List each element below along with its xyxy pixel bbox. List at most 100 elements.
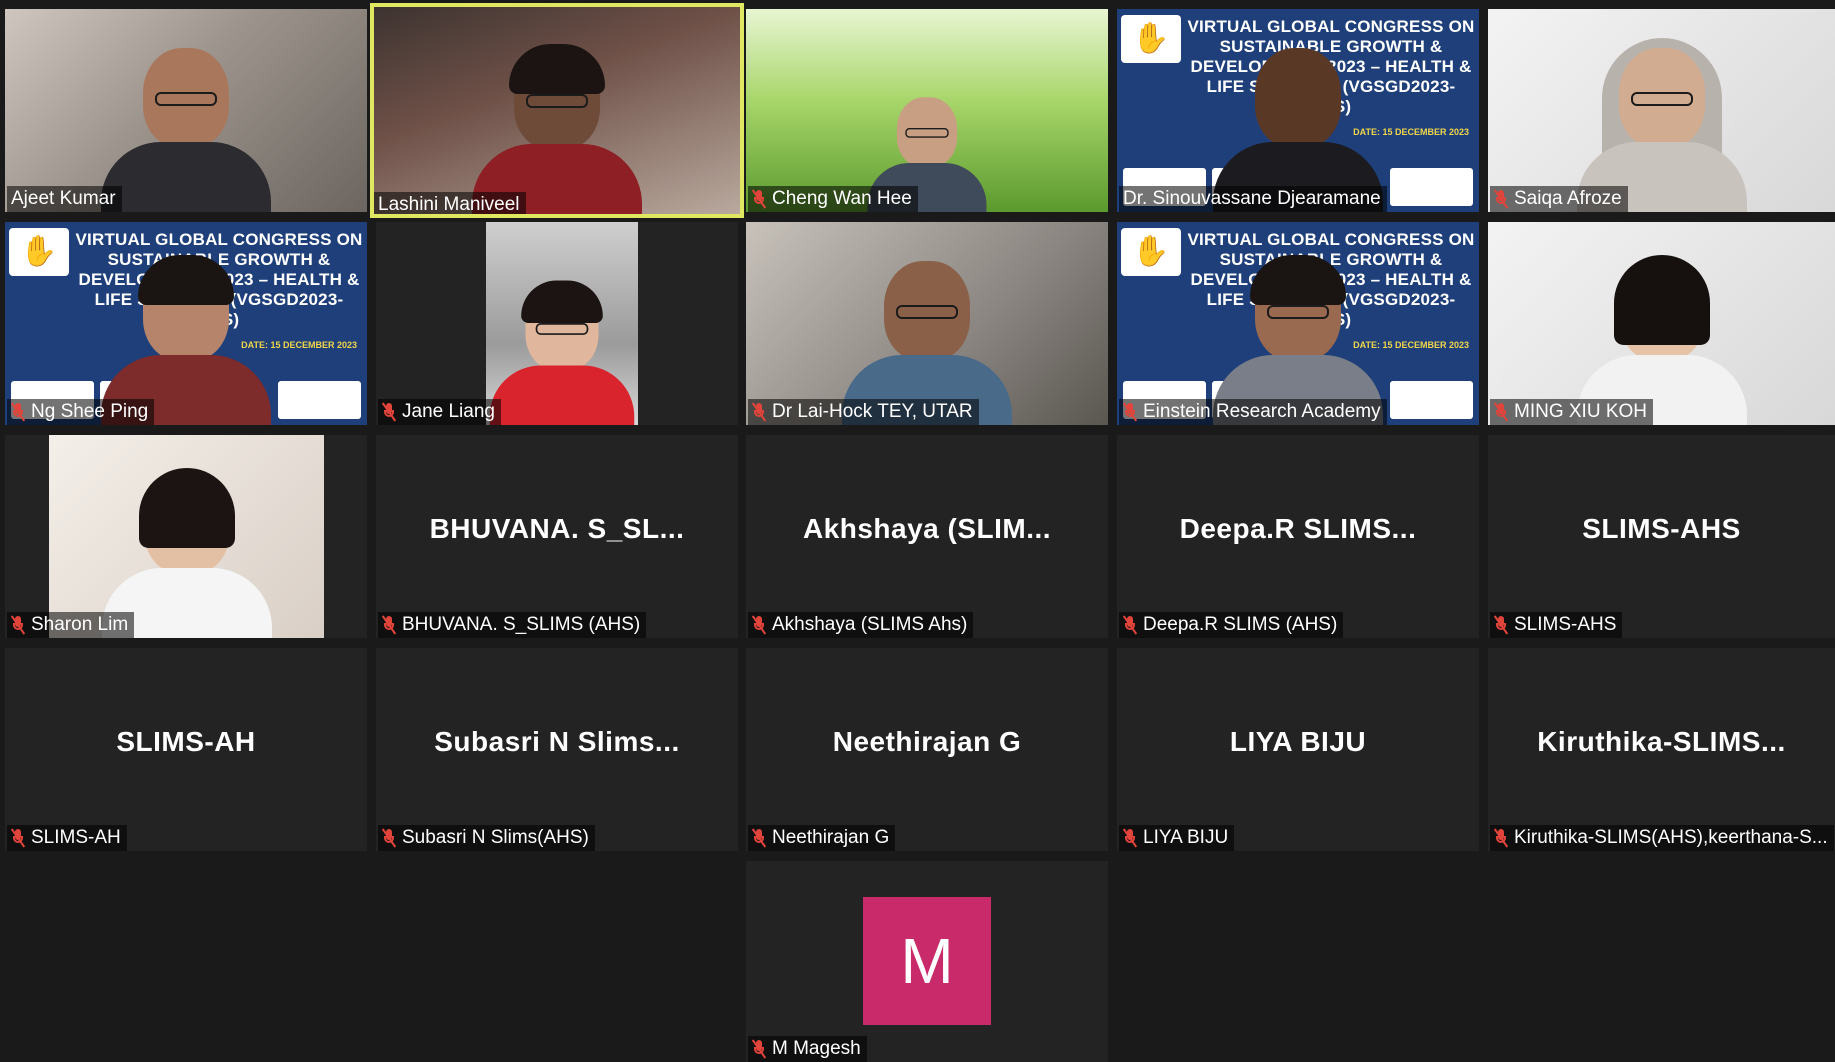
participant-figure <box>101 48 271 212</box>
participant-tile-ming-xiu-koh[interactable]: MING XIU KOH <box>1488 222 1835 425</box>
participant-tile-sharon-lim[interactable]: Sharon Lim <box>5 435 367 638</box>
participant-name: MING XIU KOH <box>1514 401 1648 422</box>
participant-name: Ajeet Kumar <box>11 188 116 209</box>
participant-figure <box>489 280 635 425</box>
participant-name-label: Ng Shee Ping <box>7 399 155 425</box>
participant-name-label: Neethirajan G <box>748 825 896 851</box>
participant-name: SLIMS-AHS <box>1514 614 1617 635</box>
participant-name-label: Akhshaya (SLIMS Ahs) <box>748 612 974 638</box>
muted-mic-icon <box>751 402 767 422</box>
participant-name: LIYA BIJU <box>1143 827 1229 848</box>
participant-video: ✋ VIRTUAL GLOBAL CONGRESS ON SUSTAINABLE… <box>1117 222 1479 425</box>
participant-tile-einstein-research-academy[interactable]: ✋ VIRTUAL GLOBAL CONGRESS ON SUSTAINABLE… <box>1117 222 1479 425</box>
muted-mic-icon <box>1493 615 1509 635</box>
participant-tile-sinouvassane-djearamane[interactable]: ✋ VIRTUAL GLOBAL CONGRESS ON SUSTAINABLE… <box>1117 9 1479 212</box>
participant-tile-deepa-r[interactable]: Deepa.R SLIMS... Deepa.R SLIMS (AHS) <box>1117 435 1479 638</box>
participant-name-label: Sharon Lim <box>7 612 135 638</box>
participant-video <box>1488 9 1835 212</box>
muted-mic-icon <box>1122 615 1138 635</box>
participant-name: BHUVANA. S_SLIMS (AHS) <box>402 614 641 635</box>
participant-name-label: Jane Liang <box>378 399 501 425</box>
participant-tile-subasri-n[interactable]: Subasri N Slims... Subasri N Slims(AHS) <box>376 648 738 851</box>
muted-mic-icon <box>751 189 767 209</box>
participant-tile-slims-ah[interactable]: SLIMS-AH SLIMS-AH <box>5 648 367 851</box>
participant-display-name: Kiruthika-SLIMS... <box>1537 726 1786 757</box>
participant-display-name: Deepa.R SLIMS... <box>1179 513 1417 544</box>
muted-mic-icon <box>10 402 26 422</box>
muted-mic-icon <box>381 402 397 422</box>
participant-name-label: BHUVANA. S_SLIMS (AHS) <box>378 612 647 638</box>
participant-tile-m-magesh[interactable]: M M Magesh <box>746 861 1108 1062</box>
participant-name: Saiqa Afroze <box>1514 188 1622 209</box>
participant-name: Subasri N Slims(AHS) <box>402 827 589 848</box>
participant-name: Neethirajan G <box>772 827 890 848</box>
participant-name: Sharon Lim <box>31 614 129 635</box>
participant-video: ✋ VIRTUAL GLOBAL CONGRESS ON SUSTAINABLE… <box>5 222 367 425</box>
muted-mic-icon <box>751 828 767 848</box>
muted-mic-icon <box>751 1039 767 1059</box>
muted-mic-icon <box>381 615 397 635</box>
participant-name: Lashini Maniveel <box>378 194 520 215</box>
participant-name: Kiruthika-SLIMS(AHS),keerthana-S... <box>1514 827 1828 848</box>
participant-name: Akhshaya (SLIMS Ahs) <box>772 614 968 635</box>
participant-display-name: LIYA BIJU <box>1229 726 1367 757</box>
participant-name: Dr Lai-Hock TEY, UTAR <box>772 401 973 422</box>
congress-logo-icon: ✋ <box>9 228 69 276</box>
participant-name-label: Einstein Research Academy <box>1119 399 1387 425</box>
participant-video <box>746 222 1108 425</box>
participant-name-label: Dr Lai-Hock TEY, UTAR <box>748 399 979 425</box>
participant-tile-slims-ahs[interactable]: SLIMS-AHS SLIMS-AHS <box>1488 435 1835 638</box>
participant-name-label: Subasri N Slims(AHS) <box>378 825 595 851</box>
participant-tile-cheng-wan-hee[interactable]: Cheng Wan Hee <box>746 9 1108 212</box>
participant-tile-ng-shee-ping[interactable]: ✋ VIRTUAL GLOBAL CONGRESS ON SUSTAINABLE… <box>5 222 367 425</box>
participant-display-name: BHUVANA. S_SL... <box>429 513 685 544</box>
participant-name-label: SLIMS-AH <box>7 825 127 851</box>
participant-video <box>486 222 638 425</box>
congress-logo-icon: ✋ <box>1121 15 1181 63</box>
participant-name-label: MING XIU KOH <box>1490 399 1654 425</box>
muted-mic-icon <box>10 615 26 635</box>
participant-tile-kiruthika[interactable]: Kiruthika-SLIMS... Kiruthika-SLIMS(AHS),… <box>1488 648 1835 851</box>
participant-tile-saiqa-afroze[interactable]: Saiqa Afroze <box>1488 9 1835 212</box>
participant-name: M Magesh <box>772 1038 861 1059</box>
participant-tile-lashini-maniveel[interactable]: Lashini Maniveel <box>370 3 744 218</box>
participant-name: SLIMS-AH <box>31 827 121 848</box>
participant-tile-neethirajan-g[interactable]: Neethirajan G Neethirajan G <box>746 648 1108 851</box>
participant-name-label: Saiqa Afroze <box>1490 186 1628 212</box>
participant-display-name: Akhshaya (SLIM... <box>802 513 1052 544</box>
participant-video <box>49 435 324 638</box>
participant-name-label: Lashini Maniveel <box>374 192 526 215</box>
participant-display-name: Subasri N Slims... <box>434 726 680 757</box>
participant-display-name: SLIMS-AHS <box>1582 513 1741 544</box>
participant-name-label: LIYA BIJU <box>1119 825 1235 851</box>
participant-name: Cheng Wan Hee <box>772 188 912 209</box>
participant-figure <box>472 44 642 214</box>
participant-tile-liya-biju[interactable]: LIYA BIJU LIYA BIJU <box>1117 648 1479 851</box>
participant-tile-bhuvana[interactable]: BHUVANA. S_SL... BHUVANA. S_SLIMS (AHS) <box>376 435 738 638</box>
participant-tile-lai-hock-tey[interactable]: Dr Lai-Hock TEY, UTAR <box>746 222 1108 425</box>
muted-mic-icon <box>751 615 767 635</box>
participant-name-label: SLIMS-AHS <box>1490 612 1623 638</box>
participant-name: Einstein Research Academy <box>1143 401 1381 422</box>
muted-mic-icon <box>1122 828 1138 848</box>
participant-name-label: M Magesh <box>748 1036 867 1062</box>
participant-video: ✋ VIRTUAL GLOBAL CONGRESS ON SUSTAINABLE… <box>1117 9 1479 212</box>
participant-tile-ajeet-kumar[interactable]: Ajeet Kumar <box>5 9 367 212</box>
participant-name-label: Ajeet Kumar <box>7 186 122 212</box>
participant-tile-jane-liang[interactable]: Jane Liang <box>376 222 738 425</box>
participant-name-label: Deepa.R SLIMS (AHS) <box>1119 612 1344 638</box>
muted-mic-icon <box>1122 402 1138 422</box>
avatar: M <box>863 897 991 1025</box>
participant-tile-akhshaya[interactable]: Akhshaya (SLIM... Akhshaya (SLIMS Ahs) <box>746 435 1108 638</box>
participant-display-name: SLIMS-AH <box>116 726 256 757</box>
muted-mic-icon <box>10 828 26 848</box>
participant-name: Deepa.R SLIMS (AHS) <box>1143 614 1338 635</box>
participant-video <box>5 9 367 212</box>
participant-name-label: Dr. Sinouvassane Djearamane <box>1119 186 1387 212</box>
participant-name-label: Kiruthika-SLIMS(AHS),keerthana-S... <box>1490 825 1834 851</box>
participant-video <box>374 7 740 214</box>
muted-mic-icon <box>1493 828 1509 848</box>
muted-mic-icon <box>1493 189 1509 209</box>
participant-display-name: Neethirajan G <box>832 726 1022 757</box>
participant-name: Dr. Sinouvassane Djearamane <box>1123 188 1381 209</box>
